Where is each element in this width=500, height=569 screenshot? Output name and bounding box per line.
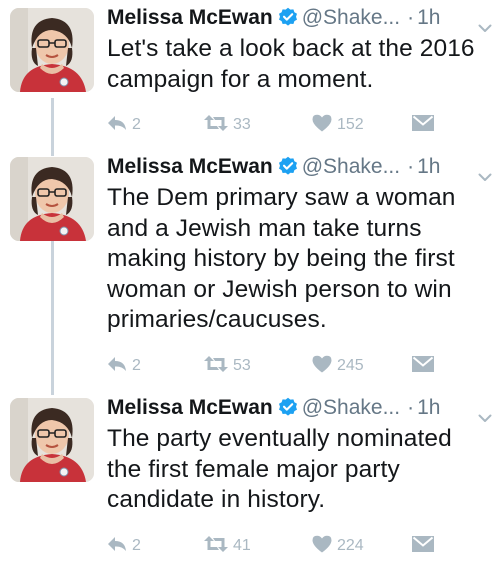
author-name[interactable]: Melissa McEwan bbox=[107, 155, 273, 178]
author-name[interactable]: Melissa McEwan bbox=[107, 396, 273, 419]
direct-message-button[interactable] bbox=[412, 112, 439, 138]
like-button[interactable]: 152 bbox=[312, 112, 364, 138]
verified-icon bbox=[278, 156, 298, 184]
retweet-button[interactable]: 41 bbox=[204, 533, 251, 559]
tweet-header: Melissa McEwan @Shake... · 1h bbox=[107, 153, 492, 181]
retweet-count: 53 bbox=[233, 357, 251, 374]
tweet[interactable]: Melissa McEwan @Shake... · 1h Let's take a … bbox=[0, 0, 500, 150]
author-handle[interactable]: @Shake... bbox=[302, 155, 400, 178]
separator-dot: · bbox=[407, 6, 415, 29]
author-handle[interactable]: @Shake... bbox=[302, 396, 400, 419]
direct-message-button[interactable] bbox=[412, 353, 439, 379]
retweet-icon bbox=[204, 114, 233, 136]
author-name[interactable]: Melissa McEwan bbox=[107, 6, 273, 29]
retweet-count: 41 bbox=[233, 537, 251, 554]
timestamp[interactable]: 1h bbox=[417, 6, 440, 29]
avatar[interactable] bbox=[10, 8, 94, 92]
tweet-text: Let's take a look back at the 2016 campa… bbox=[107, 35, 475, 93]
timestamp[interactable]: 1h bbox=[417, 155, 440, 178]
verified-icon bbox=[278, 7, 298, 35]
timestamp[interactable]: 1h bbox=[417, 396, 440, 419]
reply-count: 2 bbox=[132, 357, 141, 374]
like-count: 224 bbox=[337, 537, 364, 554]
tweet-actions: 2 41 224 bbox=[107, 533, 437, 559]
retweet-icon bbox=[204, 535, 233, 557]
direct-message-icon bbox=[412, 535, 439, 557]
like-count: 152 bbox=[337, 116, 364, 133]
retweet-button[interactable]: 33 bbox=[204, 112, 251, 138]
like-icon bbox=[312, 355, 337, 378]
like-button[interactable]: 245 bbox=[312, 353, 364, 379]
reply-icon bbox=[107, 115, 132, 136]
tweet-text: The party eventually nominated the first… bbox=[107, 425, 452, 513]
reply-count: 2 bbox=[132, 537, 141, 554]
reply-icon bbox=[107, 356, 132, 377]
reply-button[interactable]: 2 bbox=[107, 112, 141, 138]
tweet[interactable]: Melissa McEwan @Shake... · 1h The Dem prima… bbox=[0, 149, 500, 391]
retweet-button[interactable]: 53 bbox=[204, 353, 251, 379]
tweet-header: Melissa McEwan @Shake... · 1h bbox=[107, 4, 492, 32]
like-icon bbox=[312, 535, 337, 558]
avatar[interactable] bbox=[10, 398, 94, 482]
separator-dot: · bbox=[407, 396, 415, 419]
like-count: 245 bbox=[337, 357, 364, 374]
direct-message-icon bbox=[412, 114, 439, 136]
avatar[interactable] bbox=[10, 157, 94, 241]
author-handle[interactable]: @Shake... bbox=[302, 6, 400, 29]
separator-dot: · bbox=[407, 155, 415, 178]
like-button[interactable]: 224 bbox=[312, 533, 364, 559]
reply-count: 2 bbox=[132, 116, 141, 133]
tweet-actions: 2 53 245 bbox=[107, 353, 437, 379]
reply-button[interactable]: 2 bbox=[107, 353, 141, 379]
reply-icon bbox=[107, 536, 132, 557]
tweet-text: The Dem primary saw a woman and a Jewish… bbox=[107, 184, 456, 333]
reply-button[interactable]: 2 bbox=[107, 533, 141, 559]
verified-icon bbox=[278, 397, 298, 425]
retweet-icon bbox=[204, 355, 233, 377]
like-icon bbox=[312, 114, 337, 137]
retweet-count: 33 bbox=[233, 116, 251, 133]
tweet-actions: 2 33 152 bbox=[107, 112, 437, 138]
direct-message-icon bbox=[412, 355, 439, 377]
direct-message-button[interactable] bbox=[412, 533, 439, 559]
tweet-header: Melissa McEwan @Shake... · 1h bbox=[107, 394, 492, 422]
tweet[interactable]: Melissa McEwan @Shake... · 1h The party eve… bbox=[0, 390, 500, 569]
